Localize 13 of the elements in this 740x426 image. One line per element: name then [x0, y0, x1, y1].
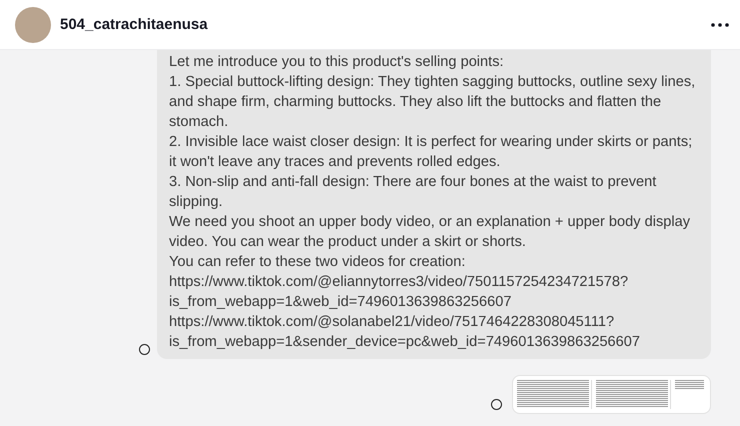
select-radio[interactable] [491, 399, 502, 410]
message-text: https://www.tiktok.com/@solanabel21/video/7517464228308045111?is_from_webapp=1&sender_device=pc&web_id=7496013639863256607 [169, 313, 642, 352]
avatar [15, 6, 51, 42]
message-text: Let me introduce you to this product's selling points: [169, 53, 505, 72]
select-radio[interactable] [139, 344, 150, 355]
message-text: You can refer to these two videos for creation: [169, 253, 466, 272]
message-text: 2. Invisible lace waist closer design: It is perfect for wearing under skirts or pants; it won't leave any traces and prevents rolled edges. [169, 133, 694, 172]
message-text: We need you shoot an upper body video, or an explanation + upper body display video. You can wear the product under a skirt or shorts. [169, 213, 692, 252]
document-thumbnail[interactable] [512, 375, 711, 414]
message-text: 1. Special buttock-lifting design: They tighten sagging buttocks, outline sexy lines, and shape firm, charming buttocks. They also lift the buttocks and flatten the stomach. [169, 73, 696, 132]
message-text: 3. Non-slip and anti-fall design: There are four bones at the waist to prevent slipping. [169, 173, 658, 212]
username: 504_catrachitaenusa [60, 16, 209, 33]
more-icon[interactable] [711, 22, 729, 26]
